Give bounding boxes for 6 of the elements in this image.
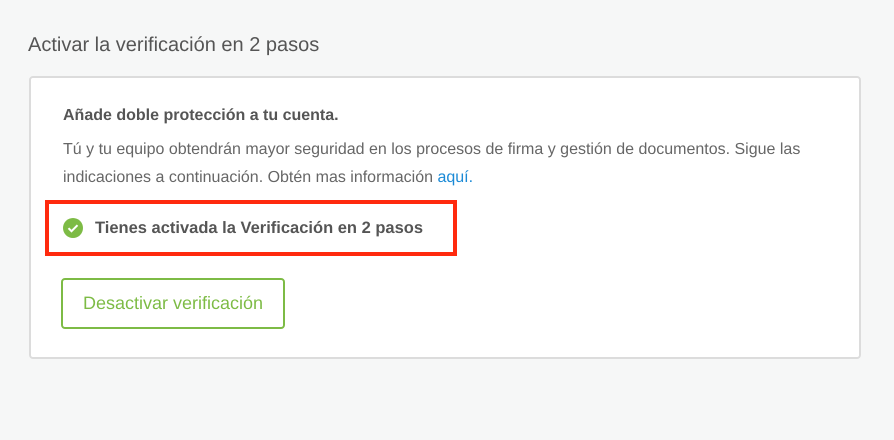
description-text: Tú y tu equipo obtendrán mayor seguridad en los procesos de firma y gestión de documentos. Sigue las indicaciones a continuación. Obtén mas información aquí. <box>63 140 802 188</box>
card-heading: Añade doble protección a tu cuenta. <box>63 106 340 126</box>
status-text: Tienes activada la Verificación en 2 pasos <box>95 218 424 238</box>
section-title: Activar la verificación en 2 pasos <box>28 33 320 58</box>
deactivate-button[interactable]: Desactivar verificación <box>61 278 286 329</box>
info-link[interactable]: aquí. <box>437 169 474 186</box>
